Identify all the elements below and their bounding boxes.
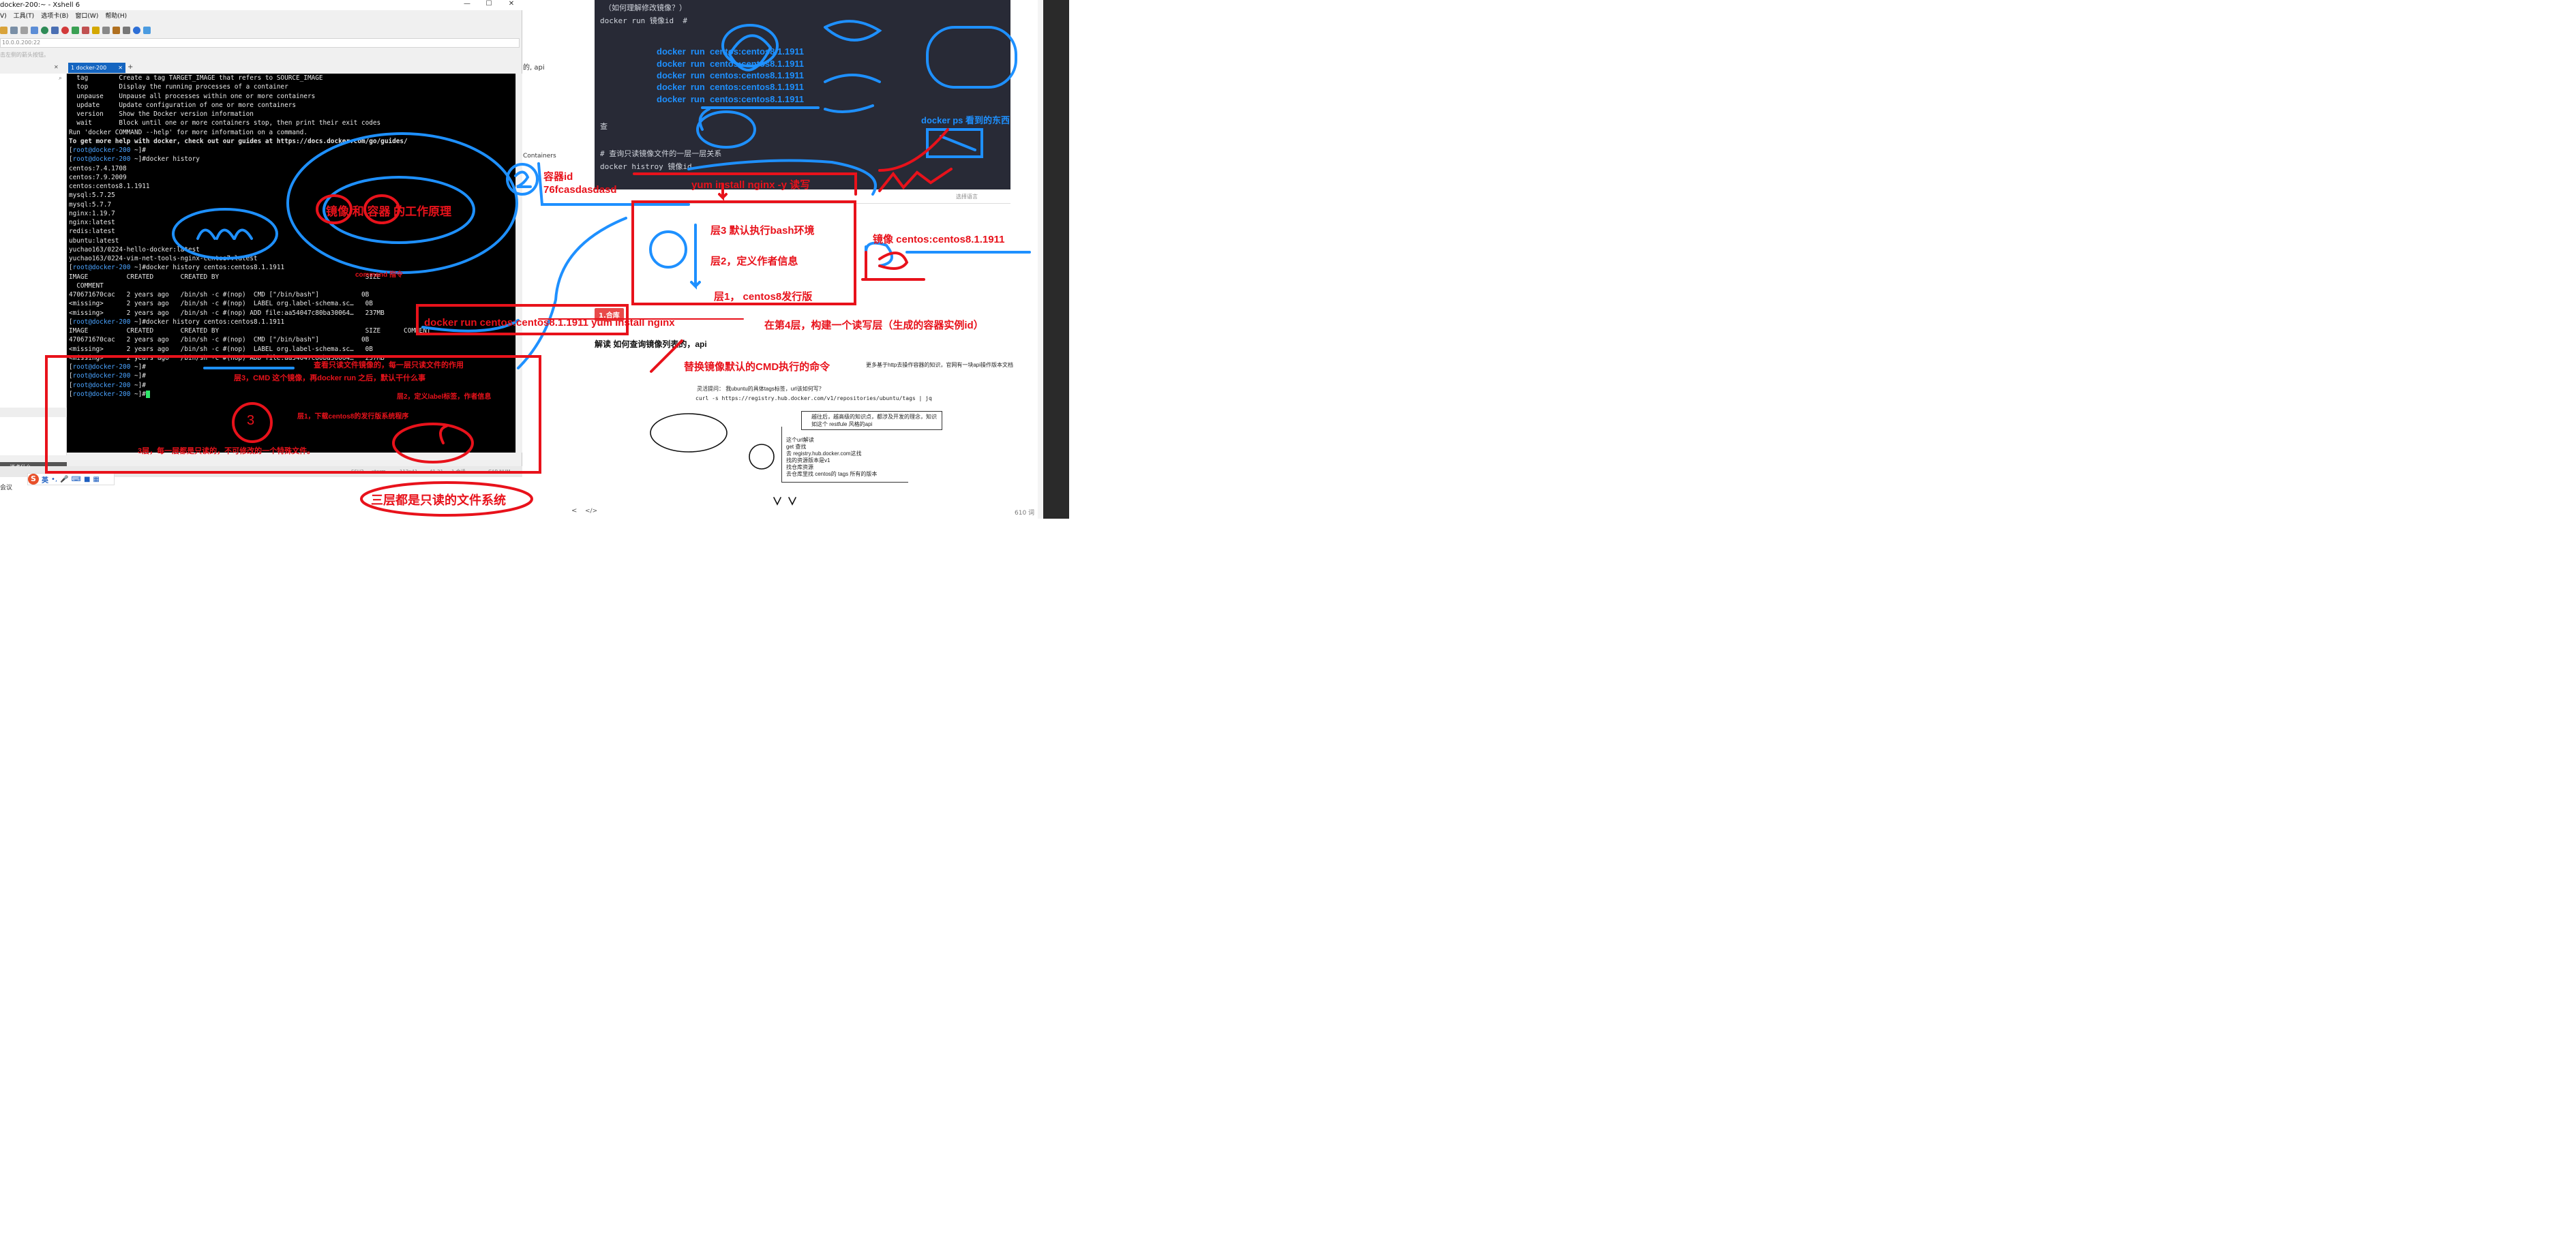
desktop: docker-200:~ - Xshell 6 — ☐ ✕ V) 工具(T) 选… bbox=[0, 0, 1069, 519]
annotation-container-id: 容器id bbox=[543, 171, 573, 183]
blue-circle-222 bbox=[172, 208, 278, 260]
annotation-container-hash: 76fcasdasdasd bbox=[543, 184, 617, 196]
annotation-layer3-cmd: 层3，CMD 这个镜像，再docker run 之后，默认干什么事 bbox=[234, 374, 426, 382]
annotation-work-principle: 镜像 和 容器 的工作原理 bbox=[326, 205, 452, 218]
annotation-layer3: 层3 默认执行bash环境 bbox=[710, 225, 815, 237]
blue-scribble-222 bbox=[196, 228, 253, 240]
annotation-fourth-layer: 在第4层，构建一个读写层（生成的容器实例id） bbox=[764, 320, 984, 331]
black-oval-222 bbox=[650, 413, 728, 453]
annotation-three-layers-ro: 3层，每一层都是只读的，不可修改的一个特殊文件。 bbox=[138, 447, 315, 455]
black-arrows bbox=[773, 497, 796, 506]
pen-annotations bbox=[45, 20, 1031, 517]
annotation-digit-three: 3 bbox=[247, 413, 255, 428]
blue-scribble-b bbox=[926, 26, 1017, 89]
blue-digit-2 bbox=[514, 170, 532, 188]
annotation-docker-ps: docker ps 看到的东西 bbox=[921, 115, 1010, 125]
annotation-view-layers: 查看只读文件镜像的，每一层只读文件的作用 bbox=[314, 361, 464, 369]
red-scribble-333 bbox=[439, 425, 448, 444]
annotation-layer1-download: 层1，下载centos8的发行版系统程序 bbox=[297, 413, 409, 421]
annotation-layer2-label: 层2，定义label标签，作者信息 bbox=[397, 393, 492, 401]
red-arrow-diag bbox=[650, 339, 683, 373]
annotation-yum-rw: yum install nginx -y 读写 bbox=[691, 179, 811, 191]
blue-scribble-a bbox=[824, 20, 882, 113]
blue-curve-left bbox=[517, 217, 627, 369]
black-circle-2 bbox=[749, 444, 775, 470]
blue-circle-1 bbox=[649, 230, 687, 269]
blue-arrow-down bbox=[690, 224, 701, 290]
annotation-replace-cmd: 替换镜像默认的CMD执行的命令 bbox=[684, 361, 830, 373]
blue-circle-2 bbox=[506, 163, 539, 196]
annotation-three-fs: 三层都是只读的文件系统 bbox=[371, 493, 506, 507]
blue-oval-3 bbox=[696, 110, 756, 149]
blue-underline bbox=[698, 106, 820, 131]
red-oval-333 bbox=[392, 423, 474, 463]
red-pointer-line bbox=[878, 128, 949, 172]
annotation-layer2: 层2，定义作者信息 bbox=[710, 256, 798, 267]
red-zigzag bbox=[878, 168, 953, 192]
red-scribble-ro bbox=[861, 251, 925, 281]
annotation-image-label: 镜像 centos:centos8.1.1911 bbox=[873, 234, 1005, 245]
annotation-command: command 指令 bbox=[355, 271, 404, 279]
annotation-layer1: 层1， centos8发行版 bbox=[714, 291, 813, 303]
annotation-docker-run: docker run centos:centos8.1.1911 yum ins… bbox=[424, 317, 675, 329]
